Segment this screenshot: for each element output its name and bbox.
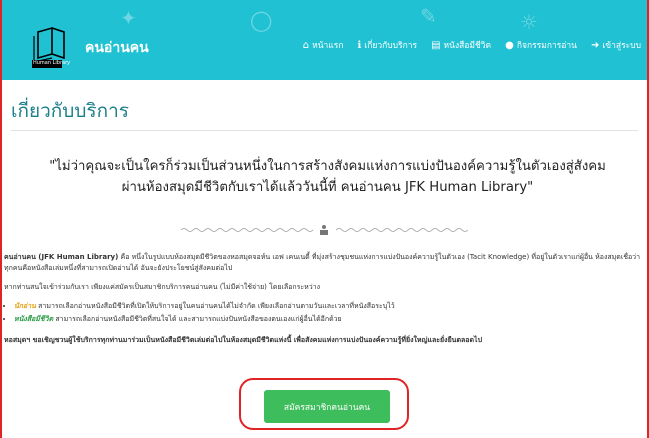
decor-circle-icon: ◯ bbox=[250, 8, 273, 32]
nav-home-label: หน้าแรก bbox=[312, 41, 344, 51]
logo-caption: Human Library bbox=[33, 60, 71, 66]
decor-star-icon: ✦ bbox=[120, 6, 137, 30]
nav-living-books[interactable]: ▤ หนังสือมีชีวิต bbox=[431, 38, 491, 52]
info-icon: ℹ bbox=[357, 39, 362, 51]
hero-quote: "ไม่ว่าคุณจะเป็นใครก็ร่วมเป็นส่วนหนึ่งใน… bbox=[40, 156, 615, 198]
hero-quote-line1: "ไม่ว่าคุณจะเป็นใครก็ร่วมเป็นส่วนหนึ่งใน… bbox=[49, 159, 606, 174]
option-reader-term: นักอ่าน bbox=[14, 302, 36, 310]
signup-button[interactable]: สมัครสมาชิกคนอ่านคน bbox=[264, 390, 390, 423]
intro-bold: คนอ่านคน (JFK Human Library) bbox=[4, 253, 119, 261]
nav-living-books-label: หนังสือมีชีวิต bbox=[443, 41, 492, 51]
invite-paragraph: หอสมุดฯ ขอเชิญชวนผู้ใช้บริการทุกท่านมาร่… bbox=[4, 336, 483, 344]
nav-activities[interactable]: ● กิจกรรมการอ่าน bbox=[505, 38, 577, 52]
option-living-book-term: หนังสือมีชีวิต bbox=[14, 315, 54, 323]
nav-activities-label: กิจกรรมการอ่าน bbox=[516, 41, 577, 51]
nav-login[interactable]: ➜ เข้าสู่ระบบ bbox=[591, 38, 641, 52]
option-reader-desc: สามารถเลือกอ่านหนังสือมีชีวิตที่เปิดให้บ… bbox=[35, 302, 395, 310]
home-icon: ⌂ bbox=[302, 39, 310, 51]
nav-about-label: เกี่ยวกับบริการ bbox=[364, 41, 418, 51]
intro-paragraph: คนอ่านคน (JFK Human Library) คือ หนึ่งใน… bbox=[4, 252, 644, 274]
decor-sun-icon: ☼ bbox=[520, 10, 538, 34]
about-body: คนอ่านคน (JFK Human Library) คือ หนึ่งใน… bbox=[4, 252, 644, 354]
title-divider bbox=[11, 130, 638, 131]
site-logo[interactable]: Human Library bbox=[32, 24, 78, 68]
membership-options: นักอ่าน สามารถเลือกอ่านหนังสือมีชีวิตที่… bbox=[4, 301, 644, 325]
nav-home[interactable]: ⌂ หน้าแรก bbox=[303, 38, 344, 52]
page-title: เกี่ยวกับบริการ bbox=[11, 100, 130, 122]
nav-about[interactable]: ℹ เกี่ยวกับบริการ bbox=[357, 38, 417, 52]
book-icon: ▤ bbox=[431, 39, 441, 51]
main-nav: ⌂ หน้าแรก ℹ เกี่ยวกับบริการ ▤ หนังสือมีช… bbox=[303, 38, 641, 52]
option-living-book-desc: สามารถเลือกอ่านหนังสือมีชีวิตที่สนใจได้ … bbox=[53, 315, 342, 323]
hero-quote-line2: ผ่านห้องสมุดมีชีวิตกับเราได้แล้ววันนี้ที… bbox=[121, 180, 534, 195]
site-header: ✦ ◯ ✎ ☼ Human Library คนอ่านคน ⌂ หน้าแรก… bbox=[0, 0, 649, 80]
nav-login-label: เข้าสู่ระบบ bbox=[602, 41, 641, 51]
annotation-line-left bbox=[0, 0, 2, 438]
login-icon: ➜ bbox=[591, 39, 600, 51]
brand-name[interactable]: คนอ่านคน bbox=[85, 37, 149, 59]
option-living-book: หนังสือมีชีวิต สามารถเลือกอ่านหนังสือมีช… bbox=[14, 314, 644, 325]
decor-book-icon: ✎ bbox=[420, 4, 437, 28]
chat-icon: ● bbox=[505, 39, 514, 51]
join-paragraph: หากท่านสนใจเข้าร่วมกับเรา เพียงแค่สมัครเ… bbox=[4, 283, 321, 291]
ornamental-divider bbox=[181, 225, 468, 235]
option-reader: นักอ่าน สามารถเลือกอ่านหนังสือมีชีวิตที่… bbox=[14, 301, 644, 312]
